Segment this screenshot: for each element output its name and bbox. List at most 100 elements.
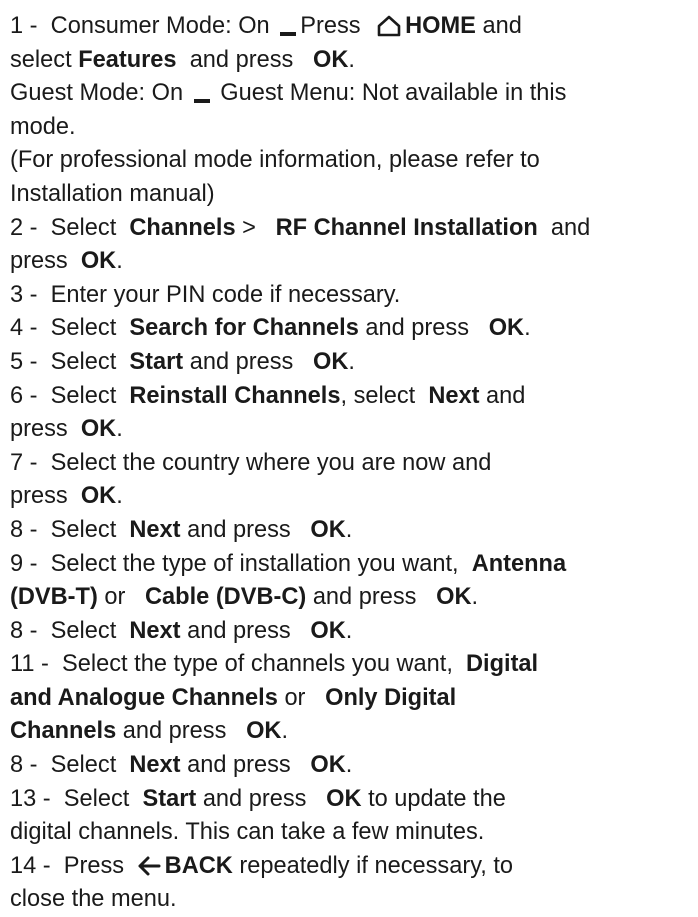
- step-13-line-2: digital channels. This can take a few mi…: [10, 819, 485, 846]
- and-press-text: and press: [189, 46, 294, 73]
- instruction-text: to update the: [368, 785, 506, 812]
- select-text: , select: [340, 382, 416, 409]
- select-text: Select: [63, 785, 130, 812]
- step-11-line-3: Channels and press OK.: [10, 715, 695, 749]
- back-key-label: BACK: [164, 852, 233, 879]
- ok-key-label: OK: [246, 718, 282, 745]
- period: .: [345, 516, 353, 543]
- antenna-label: Antenna: [471, 550, 567, 577]
- or-text: or: [104, 584, 126, 611]
- reinstall-channels-label: Reinstall Channels: [129, 382, 341, 409]
- step-1-line-2: select Features and press OK.: [10, 44, 695, 78]
- and-press-text: and press: [189, 348, 294, 375]
- select-text: Select: [50, 214, 117, 241]
- period: .: [345, 752, 353, 779]
- dash-icon: [279, 18, 297, 36]
- ok-key-label: OK: [80, 248, 117, 275]
- period: .: [116, 248, 123, 275]
- and-text: and: [486, 382, 526, 409]
- select-text: Select: [50, 382, 117, 409]
- step-number: 6 -: [10, 382, 38, 409]
- step-number: 8 -: [10, 617, 38, 644]
- cable-label: Cable (DVB-C): [145, 584, 307, 611]
- step-1-pro-line-2: Installation manual): [10, 180, 215, 207]
- and-press-text: and press: [202, 785, 307, 812]
- next-label: Next: [129, 516, 181, 543]
- back-arrow-icon: [137, 854, 161, 876]
- step-number: 9 -: [10, 550, 38, 577]
- home-key-label: HOME: [405, 13, 476, 39]
- instruction-text: Select the type of channels you want,: [62, 651, 453, 678]
- step-6-line-1: 6 - Select Reinstall Channels, select Ne…: [10, 380, 695, 414]
- ok-key-label: OK: [313, 348, 349, 375]
- step-4-line: 4 - Select Search for Channels and press…: [10, 312, 695, 346]
- ok-key-label: OK: [310, 516, 346, 543]
- period: .: [348, 46, 355, 73]
- ok-key-label: OK: [488, 315, 525, 342]
- dash-icon: [193, 85, 211, 103]
- select-text: Select: [50, 752, 117, 779]
- select-text: Select: [50, 516, 117, 543]
- ok-key-label: OK: [436, 584, 472, 611]
- or-text: or: [284, 684, 306, 711]
- press-text: Press: [63, 852, 125, 879]
- and-press-text: and press: [365, 315, 470, 342]
- step-number: 8 -: [10, 752, 38, 779]
- separator: >: [242, 214, 256, 241]
- instruction-text: repeatedly if necessary, to: [239, 852, 514, 879]
- step-9-line-2: (DVB-T) or Cable (DVB-C) and press OK.: [10, 581, 695, 615]
- ok-key-label: OK: [326, 785, 362, 812]
- step-1-guest-line-2: mode.: [10, 113, 76, 140]
- step-14-line-1: 14 - Press BACK repeatedly if necessary,…: [10, 850, 695, 884]
- guest-menu-text: Guest Menu: Not available in this: [220, 80, 567, 107]
- step-8a-line: 8 - Select Next and press OK.: [10, 514, 695, 548]
- period: .: [116, 483, 123, 510]
- step-number: 8 -: [10, 516, 38, 543]
- select-text: select: [10, 46, 72, 73]
- step-11-line-2: and Analogue Channels or Only Digital: [10, 682, 695, 716]
- step-number: 11 -: [10, 651, 49, 678]
- next-label: Next: [428, 382, 480, 409]
- and-press-text: and press: [187, 752, 291, 779]
- start-label: Start: [142, 785, 197, 812]
- ok-key-label: OK: [310, 617, 346, 644]
- ok-key-label: OK: [80, 483, 117, 510]
- step-8c-line: 8 - Select Next and press OK.: [10, 749, 695, 783]
- consumer-mode-label: Consumer Mode: On: [50, 13, 270, 39]
- guest-mode-label: Guest Mode: On: [10, 80, 184, 107]
- period: .: [348, 348, 355, 375]
- step-number: 2 -: [10, 214, 38, 241]
- only-digital-label: Only Digital: [325, 684, 457, 711]
- home-icon: [377, 14, 401, 37]
- period: .: [116, 416, 123, 443]
- step-2-line-1: 2 - Select Channels > RF Channel Install…: [10, 212, 695, 246]
- channels-label: Channels: [129, 214, 236, 241]
- step-11-line-1: 11 - Select the type of channels you wan…: [10, 648, 695, 682]
- period: .: [281, 718, 289, 745]
- step-14-line-2: close the menu.: [10, 886, 177, 913]
- dvbt-label: (DVB-T): [10, 584, 98, 611]
- step-number: 5 -: [10, 348, 38, 375]
- step-number: 4 -: [10, 315, 38, 342]
- step-9-line-1: 9 - Select the type of installation you …: [10, 548, 695, 582]
- select-text: Select: [50, 315, 117, 342]
- and-press-text: and press: [187, 516, 291, 543]
- step-1-guest-line: Guest Mode: On Guest Menu: Not available…: [10, 77, 695, 111]
- step-number: 1 -: [10, 13, 38, 39]
- and-press-text: and press: [187, 617, 291, 644]
- step-number: 13 -: [10, 785, 51, 812]
- step-13-line-1: 13 - Select Start and press OK to update…: [10, 783, 695, 817]
- period: .: [524, 315, 531, 342]
- rf-installation-label: RF Channel Installation: [275, 214, 538, 241]
- search-channels-label: Search for Channels: [129, 315, 359, 342]
- step-number: 14 -: [10, 852, 51, 879]
- step-8b-line: 8 - Select Next and press OK.: [10, 615, 695, 649]
- start-label: Start: [129, 348, 184, 375]
- press-text: press: [10, 248, 68, 275]
- and-text: and: [550, 214, 591, 241]
- next-label: Next: [129, 752, 181, 779]
- features-label: Features: [78, 46, 177, 73]
- analogue-channels-label: and Analogue Channels: [10, 684, 278, 711]
- and-press-text: and press: [122, 718, 227, 745]
- step-1-pro-line-1: (For professional mode information, plea…: [10, 147, 540, 174]
